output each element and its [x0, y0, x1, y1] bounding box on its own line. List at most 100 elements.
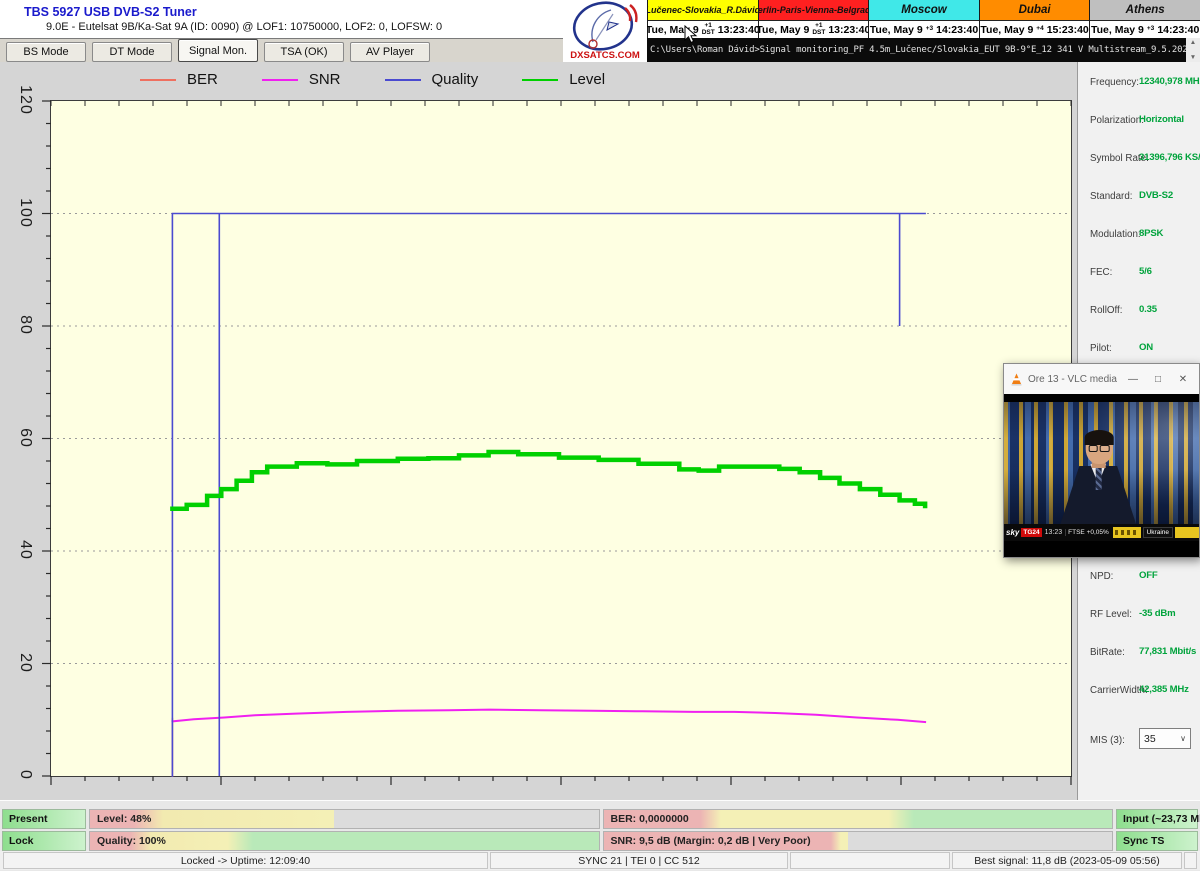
- parameter-row: Frequency:12340,978 MHz: [1078, 64, 1200, 102]
- parameter-row: NPD:OFF: [1078, 558, 1200, 596]
- window-title: TBS 5927 USB DVB-S2 Tuner: [24, 5, 197, 19]
- clock-city-label: Athens: [1090, 0, 1200, 21]
- legend-item-quality: Quality: [385, 71, 479, 88]
- empty-status-cell: [790, 852, 950, 869]
- quality-bar-fill: [90, 832, 599, 850]
- ticker-strip-right: [1175, 527, 1199, 538]
- status-row-2: Lock Quality: 100% SNR: 9,5 dB (Margin: …: [0, 831, 1200, 851]
- clock-date: Tue, May 9: [980, 24, 1033, 36]
- clock-offset-value: +3: [926, 26, 933, 33]
- scroll-up-icon[interactable]: ▲: [1190, 39, 1196, 46]
- tab-bar: BS Mode DT Mode Signal Mon. TSA (OK) AV Play…: [0, 38, 565, 62]
- parameter-value: ON: [1139, 342, 1153, 353]
- mis-select[interactable]: 35∨: [1139, 728, 1191, 749]
- glasses-icon: [1088, 445, 1109, 452]
- legend-line-swatch: [522, 79, 558, 81]
- present-badge: Present: [2, 809, 86, 829]
- tab-bs-mode[interactable]: BS Mode: [6, 42, 86, 62]
- parameter-row: Standard: DVB-S2: [1078, 178, 1200, 216]
- parameter-row: RF Level: -35 dBm: [1078, 596, 1200, 634]
- clock-offset-value: +3: [1147, 26, 1154, 33]
- clock-dst-label: DST: [702, 30, 715, 37]
- clock-city-label: Moscow: [869, 0, 979, 21]
- y-axis-tick-label: 0: [16, 770, 34, 780]
- legend-line-swatch: [262, 79, 298, 81]
- parameter-label: Polarization:: [1090, 115, 1144, 126]
- parameter-value: DVB-S2: [1139, 190, 1173, 201]
- tab-tsa-ok-[interactable]: TSA (OK): [264, 42, 344, 62]
- anchor-hair: [1084, 430, 1113, 445]
- satellite-dish-icon: DXSATCS.COM: [563, 0, 647, 62]
- clock-time-value: Tue, May 9+1DST13:23:40: [759, 21, 869, 38]
- clock-time-value: Tue, May 9+4 15:23:40: [980, 21, 1090, 38]
- parameter-value: Horizontal: [1139, 114, 1184, 125]
- parameter-value: 31396,796 KS/s: [1139, 152, 1200, 163]
- tab-signal-mon-[interactable]: Signal Mon.: [178, 39, 258, 62]
- parameter-value: OFF: [1139, 570, 1158, 581]
- clock-utc-offset: +3: [1147, 26, 1154, 33]
- level-bar: Level: 48%: [89, 809, 600, 829]
- uptime-status-cell: Locked -> Uptime: 12:09:40: [3, 852, 488, 869]
- clock-berlin-paris-vienna-belgrade: Berlin-Paris-Vienna-BelgradeTue, May 9+1…: [758, 0, 869, 38]
- chart-canvas: [51, 101, 1071, 776]
- chart-legend: BERSNRQualityLevel: [140, 71, 605, 88]
- parameter-label: Modulation:: [1090, 229, 1141, 240]
- parameter-label: FEC:: [1090, 267, 1112, 278]
- clock-city-label: Lučenec-Slovakia_R.Dávid: [648, 0, 758, 21]
- parameter-value: -35 dBm: [1139, 608, 1175, 619]
- parameters-group-top: Frequency:12340,978 MHz Polarization:Hori…: [1078, 64, 1200, 368]
- news-anchor: [1055, 432, 1141, 524]
- tab-av-player[interactable]: AV Player: [350, 42, 430, 62]
- vlc-minimize-button[interactable]: —: [1123, 374, 1143, 385]
- y-axis-tick-label: 120: [16, 85, 34, 115]
- quality-bar-label: Quality: 100%: [97, 835, 166, 847]
- mouse-cursor-icon: [684, 25, 698, 44]
- clock-time-value: Tue, May 9+1DST13:23:40: [648, 21, 758, 38]
- legend-label: Quality: [432, 71, 479, 88]
- clock-dst-label: DST: [812, 30, 825, 37]
- status-bar: Locked -> Uptime: 12:09:40 SYNC 21 | TEI…: [0, 851, 1200, 870]
- chevron-down-icon: ∨: [1180, 734, 1186, 743]
- tab-dt-mode[interactable]: DT Mode: [92, 42, 172, 62]
- tg24-logo: TG24: [1021, 528, 1041, 537]
- dxsatcs-logo: DXSATCS.COM: [563, 0, 647, 62]
- vlc-window-title: Ore 13 - VLC media player: [1028, 374, 1118, 385]
- vlc-window[interactable]: Ore 13 - VLC media player — □ ✕ sky TG24…: [1003, 363, 1200, 558]
- mis-label: MIS (3):: [1090, 735, 1125, 746]
- parameter-value: 42,385 MHz: [1139, 684, 1189, 695]
- world-clocks: Lučenec-Slovakia_R.DávidTue, May 9+1DST1…: [647, 0, 1200, 38]
- parameter-value: 77,831 Mbit/s: [1139, 646, 1196, 657]
- legend-label: Level: [569, 71, 605, 88]
- logo-text: DXSATCS.COM: [570, 50, 640, 61]
- clock-offset-value: +4: [1036, 26, 1043, 33]
- clock-utc-offset: +1DST: [812, 23, 825, 36]
- scroll-down-icon[interactable]: ▼: [1190, 54, 1196, 61]
- parameter-label: RF Level:: [1090, 609, 1132, 620]
- legend-line-swatch: [140, 79, 176, 81]
- parameter-row: Modulation:8PSK: [1078, 216, 1200, 254]
- terminal-window[interactable]: C:\Users\Roman Dávid>Signal monitoring_P…: [647, 38, 1200, 62]
- vlc-titlebar[interactable]: Ore 13 - VLC media player — □ ✕: [1004, 364, 1199, 394]
- vlc-video-area[interactable]: sky TG24 13:23 FTSE +0,05% Ukraine: [1004, 394, 1199, 557]
- status-cell-end: [1184, 852, 1197, 869]
- parameter-value: 5/6: [1139, 266, 1152, 277]
- clock-hms: 13:23:40: [718, 24, 760, 36]
- legend-label: BER: [187, 71, 218, 88]
- mis-row: MIS (3): 35∨: [1078, 722, 1200, 760]
- y-axis-tick-label: 80: [16, 315, 34, 335]
- terminal-command-line: C:\Users\Roman Dávid>Signal monitoring_P…: [647, 38, 1186, 62]
- sync-counters-cell: SYNC 21 | TEI 0 | CC 512: [490, 852, 788, 869]
- vlc-maximize-button[interactable]: □: [1148, 374, 1168, 385]
- clock-lu-enec-slovakia-r-d-vid: Lučenec-Slovakia_R.DávidTue, May 9+1DST1…: [647, 0, 758, 38]
- clock-hms: 15:23:40: [1047, 24, 1089, 36]
- terminal-scrollbar[interactable]: ▲ ▼: [1186, 38, 1200, 62]
- clock-city-label: Dubai: [980, 0, 1090, 21]
- lock-badge: Lock: [2, 831, 86, 851]
- parameter-label: Standard:: [1090, 191, 1132, 202]
- quality-bar: Quality: 100%: [89, 831, 600, 851]
- clock-utc-offset: +4: [1036, 26, 1043, 33]
- ticker-time: 13:23: [1045, 529, 1063, 536]
- status-row-1: Present Level: 48% BER: 0,0000000 Input …: [0, 809, 1200, 829]
- clock-date: Tue, May 9: [1091, 24, 1144, 36]
- vlc-close-button[interactable]: ✕: [1173, 374, 1193, 385]
